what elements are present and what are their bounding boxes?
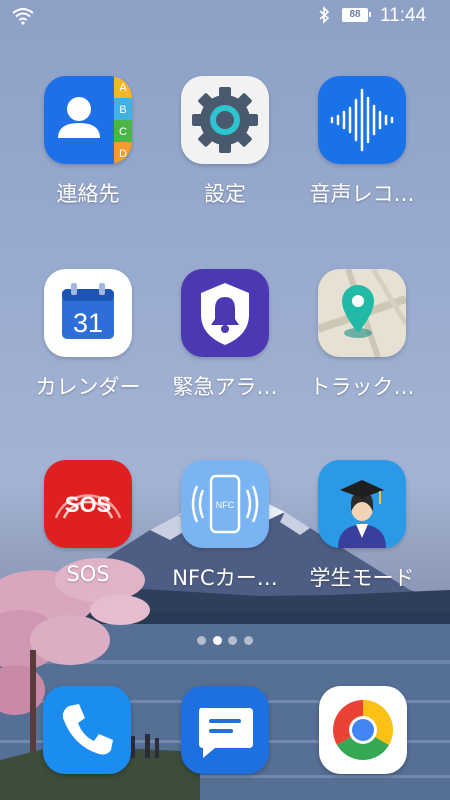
map-pin-tracking-icon bbox=[318, 269, 406, 357]
page-dot[interactable] bbox=[197, 635, 206, 645]
page-indicator bbox=[197, 635, 253, 645]
bluetooth-icon bbox=[319, 6, 330, 24]
settings-gear-icon bbox=[181, 76, 269, 164]
app-label: 学生モード bbox=[309, 566, 415, 590]
contacts-tab-c: C bbox=[119, 126, 127, 138]
page-dot[interactable] bbox=[228, 635, 238, 645]
chrome-icon bbox=[319, 686, 407, 774]
phone-icon bbox=[43, 686, 131, 774]
app-voice-recorder[interactable]: 音声レコ… bbox=[297, 76, 427, 208]
calendar-day: 31 bbox=[73, 308, 103, 338]
nfc-icon-text: NFC bbox=[216, 500, 235, 510]
app-label: SOS bbox=[66, 562, 110, 586]
sos-icon-text: SOS bbox=[65, 492, 111, 517]
app-label: カレンダー bbox=[35, 375, 141, 399]
app-label: 連絡先 bbox=[56, 182, 120, 206]
app-label: NFCカー… bbox=[172, 566, 278, 590]
page-dot-active[interactable] bbox=[212, 635, 222, 645]
calendar-icon: 31 bbox=[44, 269, 132, 357]
page-dot[interactable] bbox=[243, 635, 253, 645]
contacts-tab-a: A bbox=[119, 82, 127, 94]
emergency-alert-bell-icon bbox=[181, 269, 269, 357]
app-label: 緊急アラ… bbox=[172, 375, 278, 399]
contacts-tab-d: D bbox=[119, 148, 127, 160]
wifi-icon bbox=[12, 8, 34, 25]
app-tracking[interactable]: トラック… bbox=[297, 269, 427, 401]
battery-icon: 88 bbox=[342, 8, 371, 22]
dock-chrome[interactable] bbox=[319, 686, 407, 774]
contacts-tab-b: B bbox=[119, 104, 126, 116]
dock-phone[interactable] bbox=[43, 686, 131, 774]
app-label: 音声レコ… bbox=[309, 182, 415, 206]
app-label: トラック… bbox=[309, 375, 415, 399]
status-clock: 11:44 bbox=[380, 5, 427, 26]
voice-recorder-icon bbox=[318, 76, 406, 164]
app-nfc-card[interactable]: NFC NFCカー… bbox=[160, 460, 290, 592]
student-mode-graduate-icon bbox=[318, 460, 406, 548]
battery-level: 88 bbox=[349, 9, 361, 20]
nfc-card-icon: NFC bbox=[181, 460, 269, 548]
app-label: 設定 bbox=[204, 182, 246, 206]
contacts-icon: A B C D bbox=[44, 76, 132, 164]
app-student-mode[interactable]: 学生モード bbox=[297, 460, 427, 592]
app-contacts[interactable]: A B C D 連絡先 bbox=[23, 76, 153, 208]
app-emergency-alert[interactable]: 緊急アラ… bbox=[160, 269, 290, 401]
messages-icon bbox=[181, 686, 269, 774]
status-bar: 88 11:44 bbox=[0, 0, 450, 32]
app-calendar[interactable]: 31 カレンダー bbox=[23, 269, 153, 401]
sos-icon: SOS bbox=[44, 460, 132, 548]
app-settings[interactable]: 設定 bbox=[160, 76, 290, 208]
dock-messages[interactable] bbox=[181, 686, 269, 774]
app-sos[interactable]: SOS SOS bbox=[23, 460, 153, 586]
